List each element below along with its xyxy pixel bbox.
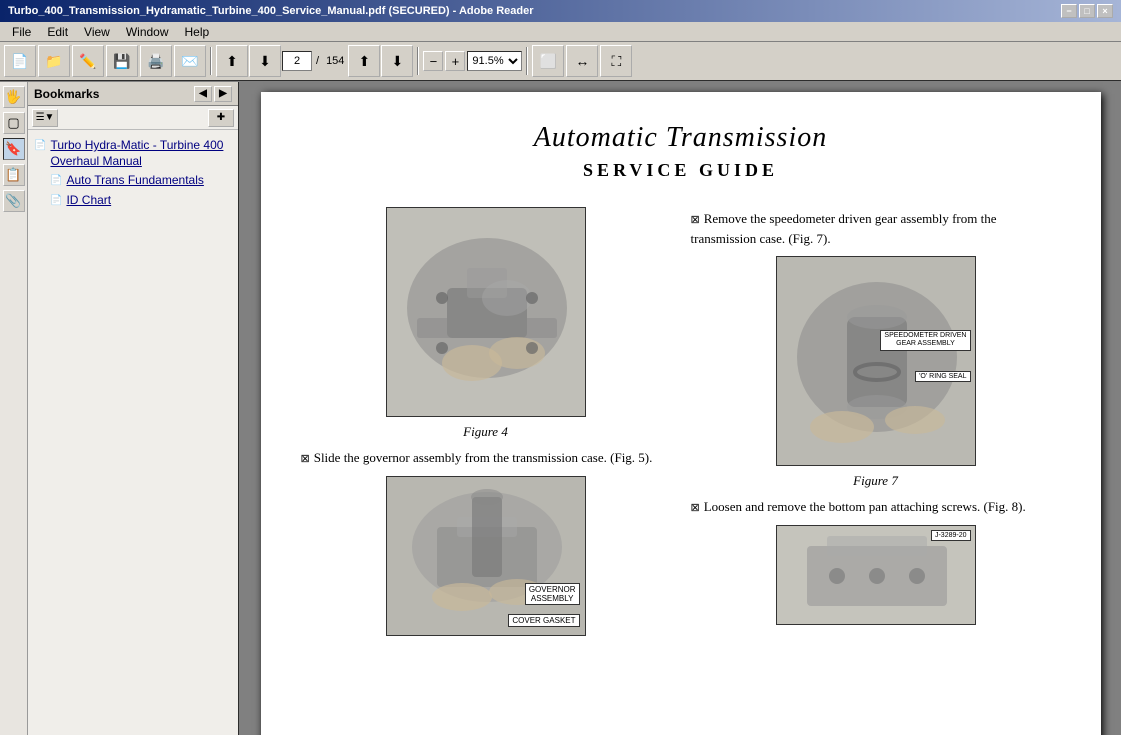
menu-edit[interactable]: Edit: [39, 22, 76, 41]
close-button[interactable]: ×: [1097, 4, 1113, 18]
pdf-text-pan: ⊠ Loosen and remove the bottom pan attach…: [691, 497, 1061, 517]
zoom-in-button[interactable]: +: [445, 51, 465, 71]
figure-4-container: Figure 4: [301, 207, 671, 440]
figure-7-image: SPEEDOMETER DRIVENGEAR ASSEMBLY 'O' RING…: [776, 256, 976, 466]
pdf-main-title: Automatic Transmission: [301, 122, 1061, 154]
figure-8-image: J-3289-20: [776, 525, 976, 625]
menu-help[interactable]: Help: [177, 22, 218, 41]
titlebar-title: Turbo_400_Transmission_Hydramatic_Turbin…: [8, 5, 534, 17]
menu-window[interactable]: Window: [118, 22, 177, 41]
pdf-left-column: Figure 4 ⊠ Slide the governor assembly fr…: [301, 201, 671, 645]
governor-text: Slide the governor assembly from the tra…: [314, 450, 653, 465]
bookmark-icon-2: 📄: [50, 194, 62, 207]
new-button[interactable]: 📄: [4, 45, 36, 77]
pages-icon[interactable]: 📋: [3, 164, 25, 186]
bookmarks-header: Bookmarks ◀ ▶: [28, 82, 238, 106]
figure-8-container: J-3289-20: [691, 525, 1061, 628]
titlebar: Turbo_400_Transmission_Hydramatic_Turbin…: [0, 0, 1121, 22]
minimize-button[interactable]: −: [1061, 4, 1077, 18]
fig5-label-governor: GOVERNORASSEMBLY: [525, 583, 580, 605]
toolbar-separator-3: [526, 47, 528, 75]
edit-button[interactable]: ✏️: [72, 45, 104, 77]
bookmarks-toolbar: ☰▼ ✚: [28, 106, 238, 130]
collapse-panel-button[interactable]: ◀: [194, 86, 212, 102]
pdf-subtitle: SERVICE GUIDE: [301, 160, 1061, 181]
speedometer-text: Remove the speedometer driven gear assem…: [691, 211, 997, 246]
bookmarks-panel: Bookmarks ◀ ▶ ☰▼ ✚ 📄 Turbo Hydra-Matic -…: [28, 82, 238, 735]
bookmark-label-2: ID Chart: [66, 193, 111, 209]
zoom-select[interactable]: 91.5% 50% 75% 100% 125% 150%: [467, 51, 522, 71]
bookmark-list-btn[interactable]: ☰▼: [32, 109, 58, 127]
fig7-label-oring: 'O' RING SEAL: [915, 371, 970, 382]
pdf-text-speedometer: ⊠Remove the speedometer driven gear asse…: [691, 209, 1061, 248]
side-icon-strip: 🖐 ▢ 🔖 📋 📎: [0, 82, 28, 735]
pdf-right-column: ⊠Remove the speedometer driven gear asse…: [691, 201, 1061, 645]
fig8-label-j: J-3289-20: [931, 530, 971, 541]
bookmarks-title: Bookmarks: [34, 87, 99, 101]
open-button[interactable]: 📁: [38, 45, 70, 77]
menu-view[interactable]: View: [76, 22, 118, 41]
main-layout: 🖐 ▢ 🔖 📋 📎 Bookmarks ◀ ▶ ☰▼ ✚ 📄: [0, 82, 1121, 735]
prev-page-button[interactable]: ⬇: [249, 45, 281, 77]
bookmark-label-1: Auto Trans Fundamentals: [66, 173, 203, 189]
figure-5-svg: [387, 477, 586, 636]
figure-7-svg: [777, 257, 976, 466]
toolbar-separator-2: [417, 47, 419, 75]
bookmark-item-2[interactable]: 📄 ID Chart: [48, 191, 234, 211]
bookmark-new-btn[interactable]: ✚: [208, 109, 234, 127]
figure-5-image: GOVERNORASSEMBLY COVER GASKET: [386, 476, 586, 636]
bookmark-icon-0: 📄: [34, 139, 46, 152]
menubar: File Edit View Window Help: [0, 22, 1121, 42]
pdf-viewer[interactable]: Automatic Transmission SERVICE GUIDE: [240, 82, 1121, 735]
titlebar-controls: − □ ×: [1061, 4, 1113, 18]
checkbox-speedometer: ⊠: [691, 214, 700, 226]
toolbar: 📄 📁 ✏️ 💾 🖨️ ✉️ ⬆ ⬇ / 154 ⬆ ⬇ − + 91.5% 5…: [0, 42, 1121, 82]
bookmark-tree: 📄 Turbo Hydra-Matic - Turbine 400 Overha…: [28, 130, 238, 735]
bookmark-item-1[interactable]: 📄 Auto Trans Fundamentals: [48, 171, 234, 191]
checkbox-pan: ⊠: [691, 502, 700, 514]
fig7-label-speedo: SPEEDOMETER DRIVENGEAR ASSEMBLY: [880, 330, 970, 351]
first-page-button[interactable]: ⬆: [216, 45, 248, 77]
checkbox-governor: ⊠: [301, 453, 310, 465]
pdf-text-governor: ⊠ Slide the governor assembly from the tr…: [301, 448, 671, 468]
pan-text: Loosen and remove the bottom pan attachi…: [704, 499, 1026, 514]
figure-7-caption: Figure 7: [691, 473, 1061, 489]
toolbar-separator-1: [210, 47, 212, 75]
page-separator: /: [316, 55, 319, 67]
figure-4-image: [386, 207, 586, 417]
bookmarks-header-buttons: ◀ ▶: [194, 86, 232, 102]
next-page-button[interactable]: ⬆: [348, 45, 380, 77]
bookmark-icon-1: 📄: [50, 174, 62, 187]
bookmark-item-0[interactable]: 📄 Turbo Hydra-Matic - Turbine 400 Overha…: [32, 136, 234, 171]
maximize-button[interactable]: □: [1079, 4, 1095, 18]
select-icon[interactable]: ▢: [3, 112, 25, 134]
figure-7-container: SPEEDOMETER DRIVENGEAR ASSEMBLY 'O' RING…: [691, 256, 1061, 489]
navigation-group: ⬆ ⬇ / 154 ⬆ ⬇: [216, 45, 413, 77]
left-panel: 🖐 ▢ 🔖 📋 📎 Bookmarks ◀ ▶ ☰▼ ✚ 📄: [0, 82, 240, 735]
pdf-page: Automatic Transmission SERVICE GUIDE: [261, 92, 1101, 735]
figure-5-container: GOVERNORASSEMBLY COVER GASKET: [301, 476, 671, 639]
save-button[interactable]: 💾: [106, 45, 138, 77]
last-page-button[interactable]: ⬇: [381, 45, 413, 77]
attachment-icon[interactable]: 📎: [3, 190, 25, 212]
figure-4-caption: Figure 4: [301, 424, 671, 440]
page-number-input[interactable]: [282, 51, 312, 71]
print-button[interactable]: 🖨️: [140, 45, 172, 77]
bookmark-panel-icon[interactable]: 🔖: [3, 138, 25, 160]
zoom-out-button[interactable]: −: [423, 51, 443, 71]
figure-4-svg: [387, 208, 586, 417]
fig5-label-gasket: COVER GASKET: [508, 614, 579, 627]
menu-file[interactable]: File: [4, 22, 39, 41]
hand-tool-icon[interactable]: 🖐: [3, 86, 25, 108]
fit-page-button[interactable]: ⬜: [532, 45, 564, 77]
expand-panel-button[interactable]: ▶: [214, 86, 232, 102]
fit-width-button[interactable]: ↔: [566, 45, 598, 77]
fullscreen-button[interactable]: ⛶: [600, 45, 632, 77]
page-total: 154: [326, 55, 344, 67]
email-button[interactable]: ✉️: [174, 45, 206, 77]
pdf-content-columns: Figure 4 ⊠ Slide the governor assembly fr…: [301, 201, 1061, 645]
bookmark-label-0: Turbo Hydra-Matic - Turbine 400 Overhaul…: [50, 138, 232, 169]
